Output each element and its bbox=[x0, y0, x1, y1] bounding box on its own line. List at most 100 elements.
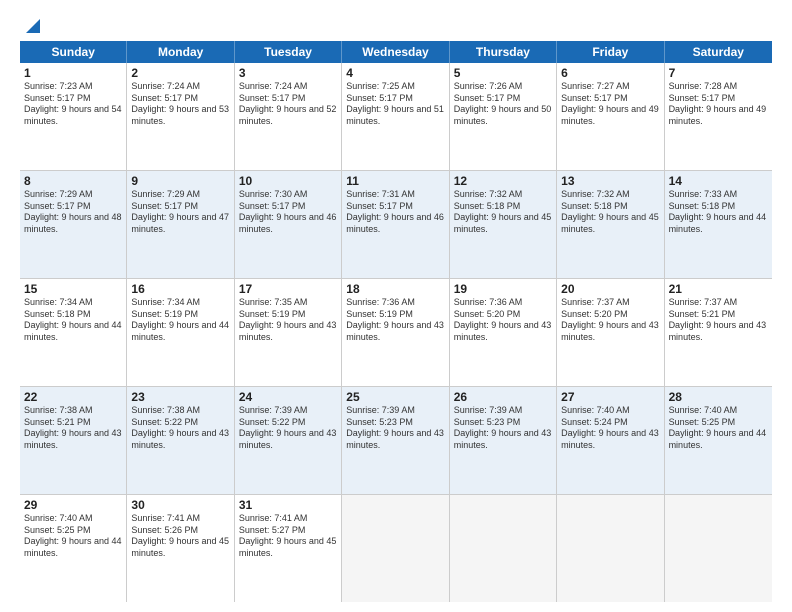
calendar-cell-2: 2 Sunrise: 7:24 AM Sunset: 5:17 PM Dayli… bbox=[127, 63, 234, 170]
calendar-cell-27: 27 Sunrise: 7:40 AM Sunset: 5:24 PM Dayl… bbox=[557, 387, 664, 494]
calendar-cell-28: 28 Sunrise: 7:40 AM Sunset: 5:25 PM Dayl… bbox=[665, 387, 772, 494]
day-number: 7 bbox=[669, 66, 768, 80]
day-info: Sunrise: 7:40 AM Sunset: 5:24 PM Dayligh… bbox=[561, 405, 659, 452]
day-number: 5 bbox=[454, 66, 552, 80]
day-number: 18 bbox=[346, 282, 444, 296]
calendar-cell-15: 15 Sunrise: 7:34 AM Sunset: 5:18 PM Dayl… bbox=[20, 279, 127, 386]
day-number: 16 bbox=[131, 282, 229, 296]
calendar-cell-24: 24 Sunrise: 7:39 AM Sunset: 5:22 PM Dayl… bbox=[235, 387, 342, 494]
logo bbox=[20, 15, 44, 33]
calendar-cell-4: 4 Sunrise: 7:25 AM Sunset: 5:17 PM Dayli… bbox=[342, 63, 449, 170]
logo-icon bbox=[22, 15, 44, 37]
page-header bbox=[20, 15, 772, 33]
day-number: 13 bbox=[561, 174, 659, 188]
day-number: 31 bbox=[239, 498, 337, 512]
day-info: Sunrise: 7:23 AM Sunset: 5:17 PM Dayligh… bbox=[24, 81, 122, 128]
day-of-week-sunday: Sunday bbox=[20, 41, 127, 63]
calendar-cell-31: 31 Sunrise: 7:41 AM Sunset: 5:27 PM Dayl… bbox=[235, 495, 342, 602]
day-number: 22 bbox=[24, 390, 122, 404]
day-info: Sunrise: 7:39 AM Sunset: 5:23 PM Dayligh… bbox=[346, 405, 444, 452]
calendar-cell-30: 30 Sunrise: 7:41 AM Sunset: 5:26 PM Dayl… bbox=[127, 495, 234, 602]
calendar-cell-26: 26 Sunrise: 7:39 AM Sunset: 5:23 PM Dayl… bbox=[450, 387, 557, 494]
day-info: Sunrise: 7:35 AM Sunset: 5:19 PM Dayligh… bbox=[239, 297, 337, 344]
calendar: SundayMondayTuesdayWednesdayThursdayFrid… bbox=[20, 41, 772, 602]
calendar-cell-16: 16 Sunrise: 7:34 AM Sunset: 5:19 PM Dayl… bbox=[127, 279, 234, 386]
day-number: 23 bbox=[131, 390, 229, 404]
calendar-cell-empty bbox=[450, 495, 557, 602]
calendar-cell-11: 11 Sunrise: 7:31 AM Sunset: 5:17 PM Dayl… bbox=[342, 171, 449, 278]
day-info: Sunrise: 7:28 AM Sunset: 5:17 PM Dayligh… bbox=[669, 81, 768, 128]
day-info: Sunrise: 7:25 AM Sunset: 5:17 PM Dayligh… bbox=[346, 81, 444, 128]
day-number: 25 bbox=[346, 390, 444, 404]
day-info: Sunrise: 7:24 AM Sunset: 5:17 PM Dayligh… bbox=[239, 81, 337, 128]
page: SundayMondayTuesdayWednesdayThursdayFrid… bbox=[0, 0, 792, 612]
day-info: Sunrise: 7:33 AM Sunset: 5:18 PM Dayligh… bbox=[669, 189, 768, 236]
day-number: 9 bbox=[131, 174, 229, 188]
calendar-cell-7: 7 Sunrise: 7:28 AM Sunset: 5:17 PM Dayli… bbox=[665, 63, 772, 170]
calendar-cell-10: 10 Sunrise: 7:30 AM Sunset: 5:17 PM Dayl… bbox=[235, 171, 342, 278]
day-info: Sunrise: 7:36 AM Sunset: 5:20 PM Dayligh… bbox=[454, 297, 552, 344]
day-of-week-wednesday: Wednesday bbox=[342, 41, 449, 63]
day-number: 20 bbox=[561, 282, 659, 296]
calendar-cell-empty bbox=[557, 495, 664, 602]
day-number: 10 bbox=[239, 174, 337, 188]
day-number: 17 bbox=[239, 282, 337, 296]
day-info: Sunrise: 7:38 AM Sunset: 5:21 PM Dayligh… bbox=[24, 405, 122, 452]
calendar-cell-20: 20 Sunrise: 7:37 AM Sunset: 5:20 PM Dayl… bbox=[557, 279, 664, 386]
day-info: Sunrise: 7:41 AM Sunset: 5:26 PM Dayligh… bbox=[131, 513, 229, 560]
day-number: 24 bbox=[239, 390, 337, 404]
calendar-cell-3: 3 Sunrise: 7:24 AM Sunset: 5:17 PM Dayli… bbox=[235, 63, 342, 170]
day-info: Sunrise: 7:38 AM Sunset: 5:22 PM Dayligh… bbox=[131, 405, 229, 452]
day-info: Sunrise: 7:24 AM Sunset: 5:17 PM Dayligh… bbox=[131, 81, 229, 128]
day-number: 15 bbox=[24, 282, 122, 296]
day-info: Sunrise: 7:27 AM Sunset: 5:17 PM Dayligh… bbox=[561, 81, 659, 128]
calendar-cell-19: 19 Sunrise: 7:36 AM Sunset: 5:20 PM Dayl… bbox=[450, 279, 557, 386]
day-number: 12 bbox=[454, 174, 552, 188]
calendar-cell-18: 18 Sunrise: 7:36 AM Sunset: 5:19 PM Dayl… bbox=[342, 279, 449, 386]
day-info: Sunrise: 7:37 AM Sunset: 5:21 PM Dayligh… bbox=[669, 297, 768, 344]
day-info: Sunrise: 7:34 AM Sunset: 5:19 PM Dayligh… bbox=[131, 297, 229, 344]
day-number: 11 bbox=[346, 174, 444, 188]
day-number: 2 bbox=[131, 66, 229, 80]
day-info: Sunrise: 7:30 AM Sunset: 5:17 PM Dayligh… bbox=[239, 189, 337, 236]
day-number: 14 bbox=[669, 174, 768, 188]
day-number: 4 bbox=[346, 66, 444, 80]
calendar-cell-empty bbox=[665, 495, 772, 602]
calendar-cell-12: 12 Sunrise: 7:32 AM Sunset: 5:18 PM Dayl… bbox=[450, 171, 557, 278]
calendar-cell-17: 17 Sunrise: 7:35 AM Sunset: 5:19 PM Dayl… bbox=[235, 279, 342, 386]
calendar-row-5: 29 Sunrise: 7:40 AM Sunset: 5:25 PM Dayl… bbox=[20, 495, 772, 602]
calendar-cell-13: 13 Sunrise: 7:32 AM Sunset: 5:18 PM Dayl… bbox=[557, 171, 664, 278]
calendar-cell-6: 6 Sunrise: 7:27 AM Sunset: 5:17 PM Dayli… bbox=[557, 63, 664, 170]
day-info: Sunrise: 7:29 AM Sunset: 5:17 PM Dayligh… bbox=[24, 189, 122, 236]
day-number: 28 bbox=[669, 390, 768, 404]
day-of-week-thursday: Thursday bbox=[450, 41, 557, 63]
day-info: Sunrise: 7:29 AM Sunset: 5:17 PM Dayligh… bbox=[131, 189, 229, 236]
day-of-week-friday: Friday bbox=[557, 41, 664, 63]
calendar-cell-14: 14 Sunrise: 7:33 AM Sunset: 5:18 PM Dayl… bbox=[665, 171, 772, 278]
calendar-cell-5: 5 Sunrise: 7:26 AM Sunset: 5:17 PM Dayli… bbox=[450, 63, 557, 170]
calendar-cell-25: 25 Sunrise: 7:39 AM Sunset: 5:23 PM Dayl… bbox=[342, 387, 449, 494]
calendar-row-3: 15 Sunrise: 7:34 AM Sunset: 5:18 PM Dayl… bbox=[20, 279, 772, 387]
calendar-cell-1: 1 Sunrise: 7:23 AM Sunset: 5:17 PM Dayli… bbox=[20, 63, 127, 170]
day-number: 8 bbox=[24, 174, 122, 188]
day-number: 3 bbox=[239, 66, 337, 80]
day-number: 27 bbox=[561, 390, 659, 404]
day-of-week-tuesday: Tuesday bbox=[235, 41, 342, 63]
day-info: Sunrise: 7:40 AM Sunset: 5:25 PM Dayligh… bbox=[24, 513, 122, 560]
calendar-body: 1 Sunrise: 7:23 AM Sunset: 5:17 PM Dayli… bbox=[20, 63, 772, 602]
day-number: 19 bbox=[454, 282, 552, 296]
day-info: Sunrise: 7:39 AM Sunset: 5:23 PM Dayligh… bbox=[454, 405, 552, 452]
day-of-week-monday: Monday bbox=[127, 41, 234, 63]
day-number: 29 bbox=[24, 498, 122, 512]
calendar-row-1: 1 Sunrise: 7:23 AM Sunset: 5:17 PM Dayli… bbox=[20, 63, 772, 171]
day-info: Sunrise: 7:32 AM Sunset: 5:18 PM Dayligh… bbox=[454, 189, 552, 236]
day-info: Sunrise: 7:36 AM Sunset: 5:19 PM Dayligh… bbox=[346, 297, 444, 344]
calendar-cell-8: 8 Sunrise: 7:29 AM Sunset: 5:17 PM Dayli… bbox=[20, 171, 127, 278]
day-number: 26 bbox=[454, 390, 552, 404]
calendar-cell-empty bbox=[342, 495, 449, 602]
day-info: Sunrise: 7:39 AM Sunset: 5:22 PM Dayligh… bbox=[239, 405, 337, 452]
day-info: Sunrise: 7:26 AM Sunset: 5:17 PM Dayligh… bbox=[454, 81, 552, 128]
day-number: 21 bbox=[669, 282, 768, 296]
calendar-cell-21: 21 Sunrise: 7:37 AM Sunset: 5:21 PM Dayl… bbox=[665, 279, 772, 386]
day-info: Sunrise: 7:40 AM Sunset: 5:25 PM Dayligh… bbox=[669, 405, 768, 452]
